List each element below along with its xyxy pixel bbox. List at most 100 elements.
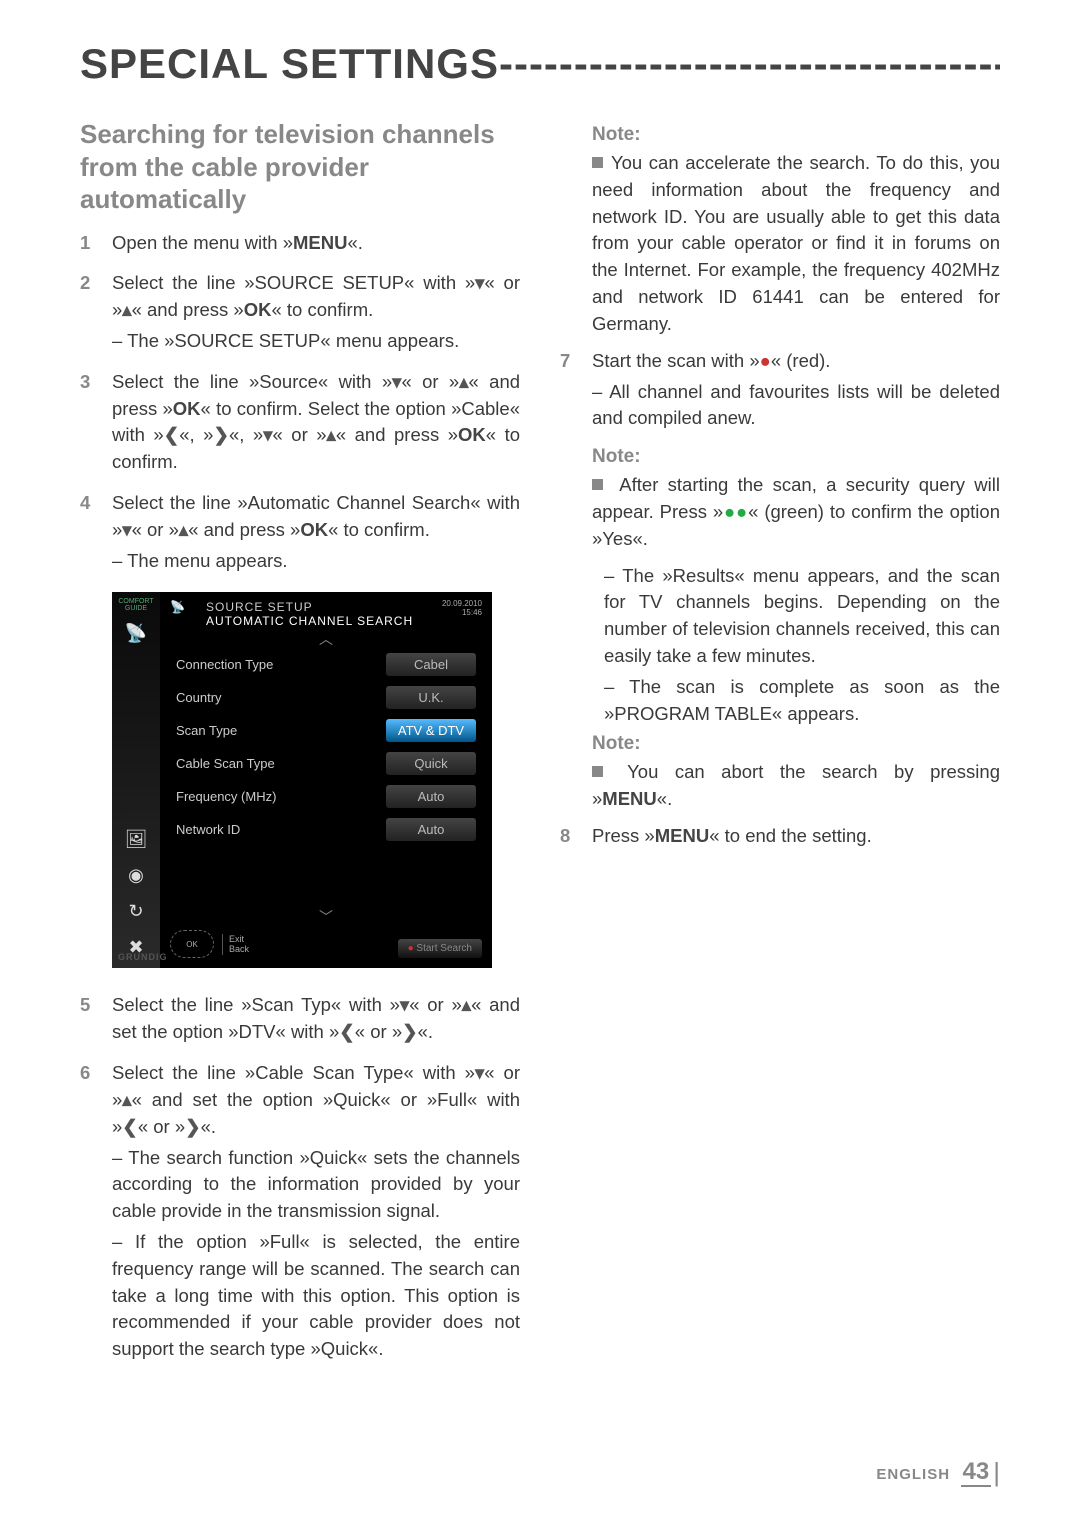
step-number: 2 [80,270,98,354]
step-sub: The menu appears. [112,548,520,575]
tv-subtitle: AUTOMATIC CHANNEL SEARCH [206,614,413,628]
refresh-icon: ↻ [121,896,151,926]
tv-datetime: 20.09.201015:46 [442,600,482,618]
step-text: Start the scan with » [592,350,760,371]
step-3: 3 Select the line »Source« with »▾« or »… [80,369,520,476]
up-icon: ▴ [462,994,471,1015]
title-rule: ----------------------------------------… [499,40,1000,87]
right-icon: ❯ [185,1116,201,1137]
step-text: «, » [229,424,263,445]
step-number: 7 [560,348,578,432]
note-sub: The scan is complete as soon as the »PRO… [604,674,1000,728]
step-number: 4 [80,490,98,574]
left-icon: ❮ [339,1021,355,1042]
ok-key: OK [458,424,486,445]
step-text: Select the line »Scan Typ« with » [112,994,400,1015]
step-number: 6 [80,1060,98,1363]
up-icon: ▴ [179,519,188,540]
tv-row: Frequency (MHz) Auto [170,780,482,813]
step-text: « to confirm. [328,519,430,540]
tv-row: CountryU.K. [170,681,482,714]
tv-row-key: Scan Type [176,723,237,738]
menu-key: MENU [293,232,347,253]
step-text: Open the menu with » [112,232,293,253]
note-sub: The »Results« menu appears, and the scan… [604,563,1000,670]
step-text: « and press » [336,424,458,445]
right-column: Note: You can accelerate the search. To … [560,118,1000,1377]
step-sub: All channel and favourites lists will be… [592,379,1000,433]
step-text: «. [347,232,362,253]
step-sub: If the option »Full« is selected, the en… [112,1229,520,1363]
footer-page-number: 43 [961,1458,992,1487]
menu-key: MENU [655,825,709,846]
step-4: 4 Select the line »Automatic Channel Sea… [80,490,520,574]
step-text: Select the line »Source« with » [112,371,392,392]
tv-sidebar: COMFORT GUIDE 📡 🖼 ◉ ↻ ✖ GRUNDIG [112,592,160,968]
step-text: Select the line »Cable Scan Type« with » [112,1062,475,1083]
left-icon: ❮ [164,424,180,445]
target-icon: ◉ [121,860,151,890]
tv-row-value: ATV & DTV [386,719,476,742]
up-icon: ▴ [327,424,336,445]
step-text: « (red). [771,350,831,371]
green-dot-icon: ●● [723,501,748,522]
note-label: Note: [592,733,1000,755]
step-text: « and press » [188,519,300,540]
section-heading: Searching for television channels from t… [80,118,520,216]
step-7: 7 Start the scan with »●« (red). All cha… [560,348,1000,432]
tv-row-value: Auto [386,785,476,808]
picture-icon: 🖼 [121,824,151,854]
step-number: 5 [80,992,98,1046]
red-dot-icon: ● [760,350,771,371]
page-title: SPECIAL SETTINGS------------------------… [80,40,1000,88]
footer-bar: | [993,1457,1000,1487]
step-2: 2 Select the line »SOURCE SETUP« with »▾… [80,270,520,354]
tv-row-key: Country [176,690,222,705]
right-icon: ❯ [213,424,229,445]
step-text: « or » [355,1021,402,1042]
step-text: « or » [138,1116,185,1137]
tv-row-value: Quick [386,752,476,775]
footer-language: ENGLISH [876,1466,950,1483]
right-icon: ❯ [402,1021,418,1042]
left-column: Searching for television channels from t… [80,118,520,1377]
tv-screenshot: COMFORT GUIDE 📡 🖼 ◉ ↻ ✖ GRUNDIG 20.09.20… [112,592,492,968]
tv-row-key: Connection Type [176,657,273,672]
ok-key: OK [173,398,201,419]
down-icon: ▾ [400,994,409,1015]
chevron-down-icon: ﹀ [170,910,482,924]
step-text: « to end the setting. [709,825,872,846]
note-label: Note: [592,124,1000,146]
up-icon: ▴ [122,299,131,320]
tv-row-key: Network ID [176,822,240,837]
step-text: Select the line »SOURCE SETUP« with » [112,272,475,293]
step-text: « or » [273,424,327,445]
tv-row: Connection TypeCabel [170,648,482,681]
up-icon: ▴ [459,371,468,392]
step-sub: The search function »Quick« sets the cha… [112,1145,520,1225]
note-text: «. [657,788,672,809]
down-icon: ▾ [263,424,272,445]
note-label: Note: [592,446,1000,468]
step-5: 5 Select the line »Scan Typ« with »▾« or… [80,992,520,1046]
tv-row-value: Auto [386,818,476,841]
step-8: 8 Press »MENU« to end the setting. [560,823,1000,850]
tv-row-key: Frequency (MHz) [176,789,276,804]
satellite-icon: 📡 [170,600,198,628]
step-number: 8 [560,823,578,850]
tv-row: Cable Scan TypeQuick [170,747,482,780]
chevron-up-icon: ︿ [170,632,482,646]
left-icon: ❮ [122,1116,138,1137]
step-number: 1 [80,230,98,257]
ok-key: OK [244,299,272,320]
sidebar-label: COMFORT GUIDE [112,598,160,612]
step-text: « or » [401,371,459,392]
step-text: « or » [409,994,462,1015]
title-text: SPECIAL SETTINGS [80,40,499,87]
note-body: You can abort the search by pressing »ME… [592,759,1000,813]
note-body: You can accelerate the search. To do thi… [592,150,1000,338]
note-body: After starting the scan, a security quer… [592,472,1000,552]
page-footer: ENGLISH 43| [876,1457,1000,1488]
step-text: «. [201,1116,216,1137]
tv-row: Scan Type ATV & DTV [170,714,482,747]
